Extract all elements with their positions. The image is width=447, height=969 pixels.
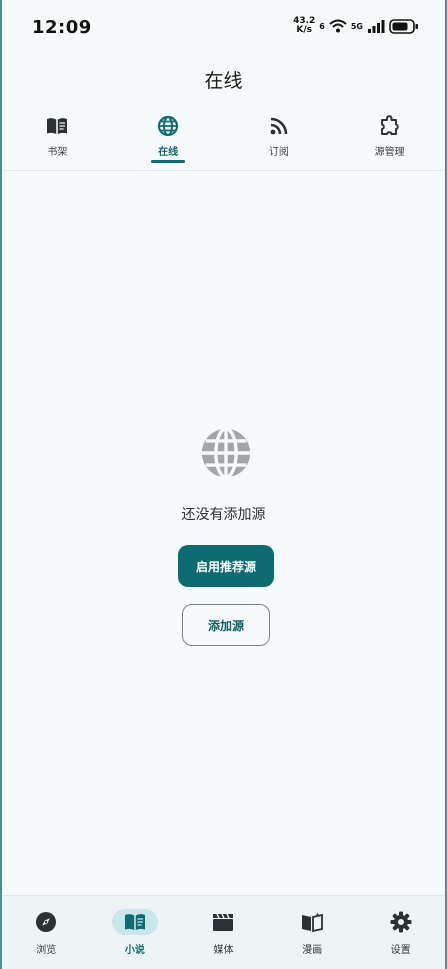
- wifi-badge: 6: [319, 21, 325, 31]
- book-icon: [124, 914, 145, 930]
- app-screen: 12:09 43.2 K/s 6 5G 在线 书架 在线 订阅 源管理 还没有添…: [0, 0, 447, 969]
- nav-pill: [381, 909, 421, 935]
- active-tab-indicator: [151, 160, 186, 163]
- status-icons: 43.2 K/s 6 5G: [293, 17, 419, 35]
- book-open-icon: [47, 118, 68, 134]
- gear-icon: [390, 911, 412, 933]
- tab-label: 订阅: [268, 147, 289, 158]
- nav-pill: [203, 909, 243, 935]
- nav-label: 设置: [390, 945, 411, 956]
- empty-state-globe-icon: [201, 427, 251, 479]
- top-tabs: 书架 在线 订阅 源管理: [2, 114, 445, 170]
- nav-item-browse[interactable]: 浏览: [2, 896, 91, 969]
- nav-label: 小说: [124, 945, 145, 956]
- nav-label: 漫画: [302, 945, 323, 956]
- tab-source-management[interactable]: 源管理: [334, 114, 445, 170]
- tab-online[interactable]: 在线: [113, 114, 224, 170]
- tab-label: 源管理: [374, 147, 405, 158]
- empty-state-message: 还没有添加源: [181, 507, 266, 523]
- puzzle-icon: [380, 115, 399, 135]
- nav-item-novels[interactable]: 小说: [91, 896, 180, 969]
- nav-label: 媒体: [213, 945, 234, 956]
- tab-label: 书架: [47, 147, 68, 158]
- tab-label: 在线: [158, 147, 179, 158]
- clapperboard-icon: [213, 913, 234, 931]
- nav-pill: [26, 909, 66, 935]
- bottom-navigation: 浏览 小说 媒体 漫画 设置: [2, 895, 445, 969]
- wifi-icon: [329, 19, 347, 33]
- nav-label: 浏览: [36, 945, 57, 956]
- comic-book-icon: [302, 913, 323, 933]
- nav-item-media[interactable]: 媒体: [179, 896, 268, 969]
- tab-bookshelf[interactable]: 书架: [2, 114, 113, 170]
- tabs-divider: [2, 170, 445, 171]
- globe-icon: [158, 115, 179, 137]
- net-speed-unit: K/s: [296, 25, 312, 35]
- cell-label: 5G: [350, 21, 363, 31]
- tab-subscriptions[interactable]: 订阅: [224, 114, 335, 170]
- rss-icon: [270, 117, 288, 135]
- nav-pill-active: [111, 909, 158, 935]
- status-bar: 12:09 43.2 K/s 6 5G: [2, 0, 445, 56]
- add-source-button[interactable]: 添加源: [182, 604, 270, 646]
- net-speed: 43.2 K/s: [293, 17, 315, 35]
- page-title: 在线: [204, 70, 243, 92]
- battery-icon: [389, 18, 418, 34]
- nav-item-comics[interactable]: 漫画: [268, 896, 357, 969]
- compass-icon: [36, 912, 57, 932]
- status-time: 12:09: [32, 17, 92, 38]
- nav-pill: [292, 909, 332, 935]
- enable-recommended-sources-button[interactable]: 启用推荐源: [178, 545, 274, 587]
- signal-icon: [368, 20, 385, 33]
- nav-item-settings[interactable]: 设置: [356, 896, 445, 969]
